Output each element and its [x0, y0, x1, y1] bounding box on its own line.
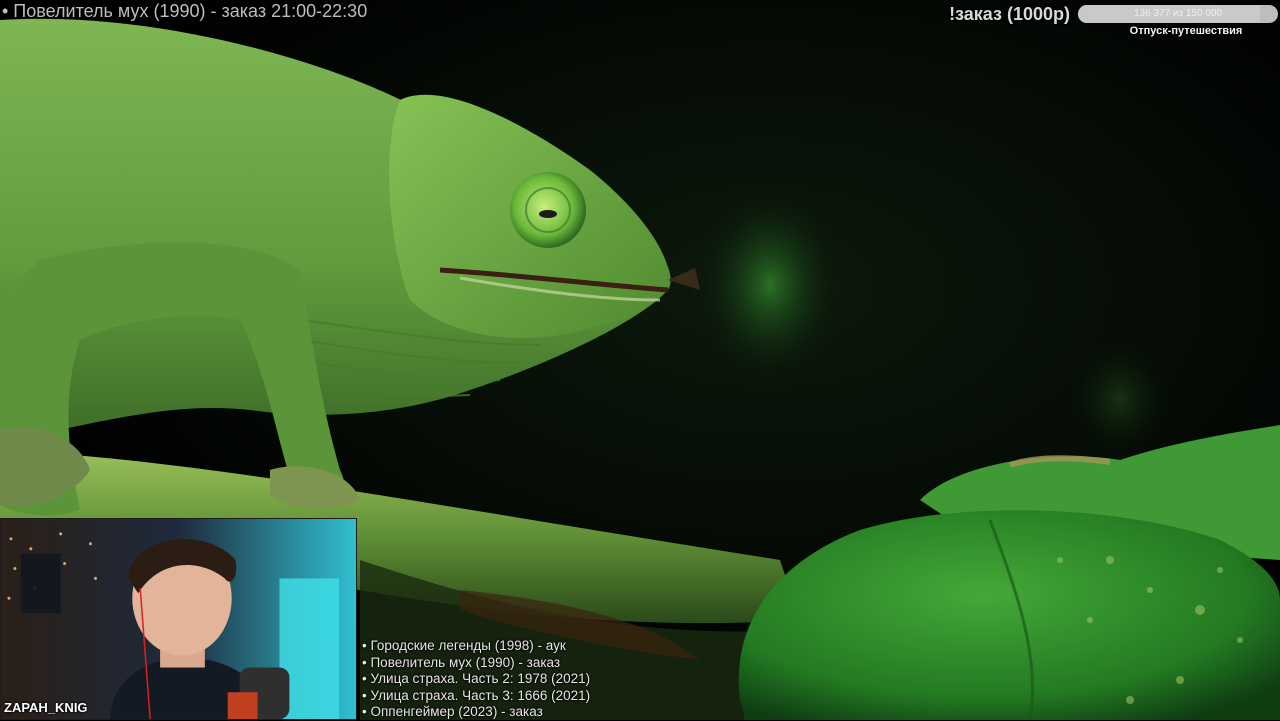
list-item: • Улица страха. Часть 3: 1666 (2021): [362, 687, 591, 703]
donation-goal-progress-text: 136 377 из 150 000: [1133, 8, 1223, 19]
streamer-name: ZAPAH_KNIG: [4, 700, 88, 715]
list-item: • Повелитель мух (1990) - заказ: [362, 654, 561, 670]
webcam-overlay: [0, 518, 357, 720]
list-item: • Оппенгеймер (2023) - заказ: [362, 704, 543, 719]
list-item: • Городские легенды (1998) - аук: [362, 638, 566, 653]
list-item: • Улица страха. Часть 2: 1978 (2021): [362, 671, 591, 686]
donation-goal-caption: Отпуск-путешествия: [1129, 25, 1243, 37]
now-playing-title: • Повелитель мух (1990) - заказ 21:00-22…: [2, 1, 368, 21]
order-command-label: !заказ (1000р): [949, 4, 1070, 24]
movie-queue-list: • Городские легенды (1998) - аук • Повел…: [362, 638, 590, 721]
donation-goal-bar: 136 377 из 150 000: [1078, 5, 1278, 23]
